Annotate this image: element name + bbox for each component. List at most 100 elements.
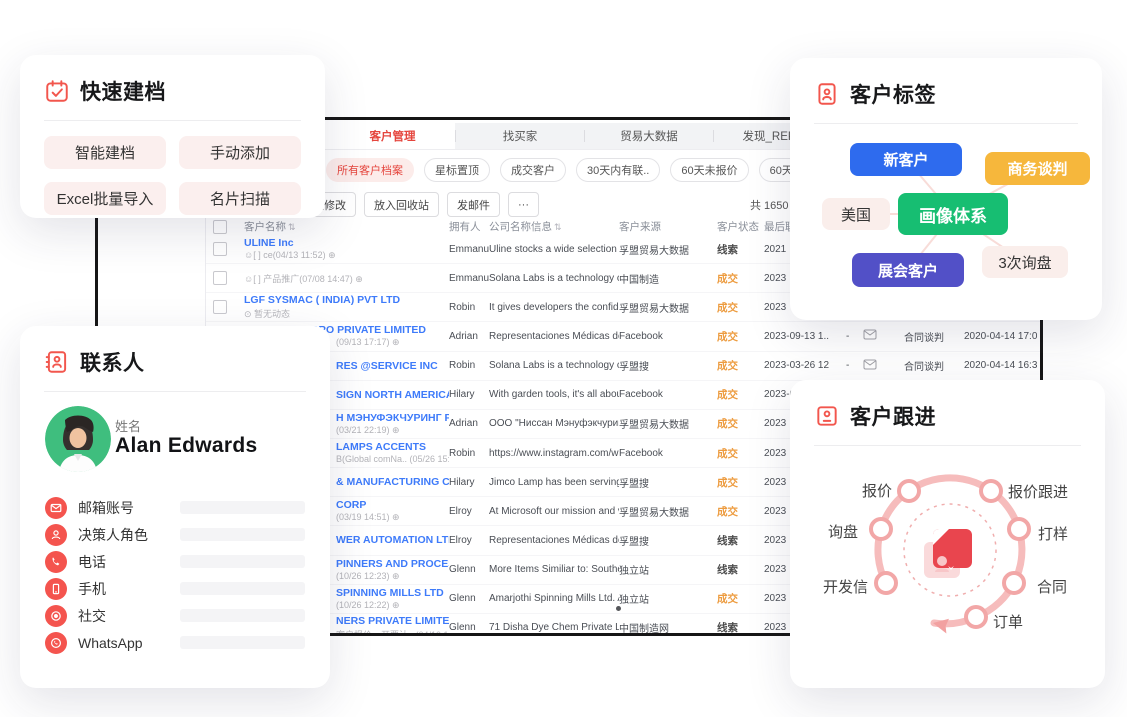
company-info: Representaciones Médicas del ... <box>489 535 619 546</box>
field-value-placeholder[interactable] <box>180 609 305 622</box>
customer-activity: ⊙ 暂无动态 <box>244 307 449 320</box>
last-contact-date: 2023-03-26 12 <box>764 360 846 371</box>
company-info: At Microsoft our mission and va... <box>489 506 619 517</box>
customer-name-link[interactable]: ULINE Inc <box>244 237 449 249</box>
customer-name-link[interactable]: & MANUFACTURING CO <box>336 476 449 488</box>
envelope-icon[interactable] <box>863 329 877 343</box>
row-checkbox[interactable] <box>213 242 227 256</box>
customer-source: 独立站 <box>619 591 717 606</box>
follow-up-card: 客户跟进 <box>790 380 1105 688</box>
customer-name-link[interactable]: CORP <box>336 499 449 511</box>
field-label: 电话 <box>78 552 106 572</box>
customer-name-link[interactable]: RES @SERVICE INC <box>336 360 449 372</box>
action-button[interactable]: 放入回收站 <box>364 192 439 217</box>
action-button[interactable]: ··· <box>508 192 539 217</box>
quick-create-button[interactable]: 手动添加 <box>179 136 301 169</box>
customer-name-link[interactable]: PINNERS AND PROCESSORS <box>336 558 449 570</box>
table-row[interactable]: IL F&F BUILDPRO PRIVATE LIMITED (09/13 1… <box>206 322 1043 351</box>
customer-tag[interactable]: 画像体系 <box>898 193 1008 235</box>
cycle-arrow-icon <box>932 616 949 633</box>
customer-name-link[interactable]: SIGN NORTH AMERICA INC <box>336 389 449 401</box>
customer-source: 独立站 <box>619 562 717 577</box>
customer-name-link[interactable]: SPINNING MILLS LTD <box>336 587 449 599</box>
person-icon <box>45 524 67 546</box>
customer-source: Facebook <box>619 331 717 342</box>
dash-value: - <box>846 331 863 342</box>
action-button[interactable]: 发邮件 <box>447 192 500 217</box>
sort-icon[interactable]: ⇅ <box>288 222 296 232</box>
row-checkbox[interactable] <box>213 300 227 314</box>
contact-field-row: WhatsApp <box>45 629 305 656</box>
status-badge: 线索 <box>717 242 764 257</box>
tab[interactable]: 找买家 <box>456 123 584 149</box>
customer-name-link[interactable]: LAMPS ACCENTS <box>336 441 449 453</box>
field-label: 手机 <box>78 579 106 599</box>
owner: Glenn <box>449 564 489 575</box>
customer-stage: 合同谈判 <box>904 358 964 373</box>
field-value-placeholder[interactable] <box>180 501 305 514</box>
quick-create-button[interactable]: 名片扫描 <box>179 182 301 215</box>
owner: Adrian <box>449 331 489 342</box>
follow-step-label: 开发信 <box>823 576 868 597</box>
customer-source: 中国制造网 <box>619 620 717 635</box>
customer-source: 孚盟搜 <box>619 533 717 548</box>
customer-name-link[interactable]: WER AUTOMATION LTD SIEME <box>336 534 449 546</box>
tab[interactable]: 贸易大数据 <box>585 123 713 149</box>
filter-all-customers[interactable]: 所有客户档案 <box>326 158 414 182</box>
owner: Emmanuel <box>449 244 489 255</box>
field-label: 社交 <box>78 606 106 626</box>
customer-name-link[interactable]: LGF SYSMAC ( INDIA) PVT LTD <box>244 294 449 306</box>
contact-card: 联系人 姓名 Alan Edwards 邮箱账号 决策人角色 <box>20 326 330 688</box>
customer-activity: (03/21 22:19) ⊕ <box>336 425 449 436</box>
customer-source: 孚盟搜 <box>619 358 717 373</box>
field-value-placeholder[interactable] <box>180 528 305 541</box>
company-info: Amarjothi Spinning Mills Ltd. Ab... <box>489 593 619 604</box>
card-title: 联系人 <box>80 347 145 377</box>
owner: Glenn <box>449 593 489 604</box>
contact-field-row: 电话 <box>45 548 305 575</box>
envelope-icon[interactable] <box>863 359 877 373</box>
owner: Robin <box>449 360 489 371</box>
create-date: 2020-04-14 17:0 <box>964 331 1043 342</box>
social-icon <box>45 605 67 627</box>
scroll-indicator-dot[interactable] <box>616 606 621 611</box>
customer-tag[interactable]: 商务谈判 <box>985 152 1090 185</box>
field-value-placeholder[interactable] <box>180 582 305 595</box>
contact-field-row: 社交 <box>45 602 305 629</box>
follow-step-label: 报价跟进 <box>1008 481 1068 502</box>
customer-activity: (03/19 14:51) ⊕ <box>336 512 449 523</box>
mobile-icon <box>45 578 67 600</box>
tab-customer-management[interactable]: 客户管理 <box>330 123 455 149</box>
sort-icon[interactable]: ⇅ <box>554 222 562 232</box>
customer-activity: ☺[ ] 产品推广(07/08 14:47) ⊕ <box>244 272 449 285</box>
customer-name-link[interactable]: Н МЭНУФЭКЧУРИНГ РУС <box>336 412 449 424</box>
customer-tag[interactable]: 新客户 <box>850 143 962 176</box>
name-label: 姓名 <box>115 416 141 435</box>
filter-pill[interactable]: 30天内有联.. <box>576 158 660 182</box>
quick-create-button[interactable]: 智能建档 <box>44 136 166 169</box>
status-badge: 成交 <box>717 329 764 344</box>
quick-create-button[interactable]: Excel批量导入 <box>44 182 166 215</box>
table-row[interactable]: RES @SERVICE INC Robin Solana Labs is a … <box>206 352 1043 381</box>
filter-pill[interactable]: 60天未报价 <box>670 158 748 182</box>
select-all-checkbox[interactable] <box>213 220 227 234</box>
customer-tag[interactable]: 美国 <box>822 198 890 230</box>
customer-stage: 合同谈判 <box>904 329 964 344</box>
contact-field-row: 决策人角色 <box>45 521 305 548</box>
customer-tag[interactable]: 3次询盘 <box>982 246 1068 278</box>
page: 下属 孚盟邮 商品 › 发现 <box>0 0 1127 717</box>
customer-name-link[interactable]: NERS PRIVATE LIMITED <box>336 615 449 627</box>
field-value-placeholder[interactable] <box>180 636 305 649</box>
company-info: With garden tools, it's all about ... <box>489 389 619 400</box>
customer-tag[interactable]: 展会客户 <box>852 253 964 287</box>
tag-cloud: 新客户 商务谈判 美国 画像体系 展会客户 3次询盘 <box>790 58 1102 320</box>
action-bar: 批量修改 放入回收站 发邮件 ··· <box>292 192 539 217</box>
status-badge: 成交 <box>717 300 764 315</box>
status-badge: 线索 <box>717 620 764 635</box>
filter-pill[interactable]: 成交客户 <box>500 158 566 182</box>
row-checkbox[interactable] <box>213 271 227 285</box>
customer-source: 孚盟搜 <box>619 475 717 490</box>
field-value-placeholder[interactable] <box>180 555 305 568</box>
create-date: 2020-04-14 16:3 <box>964 360 1043 371</box>
filter-pill[interactable]: 星标置顶 <box>424 158 490 182</box>
